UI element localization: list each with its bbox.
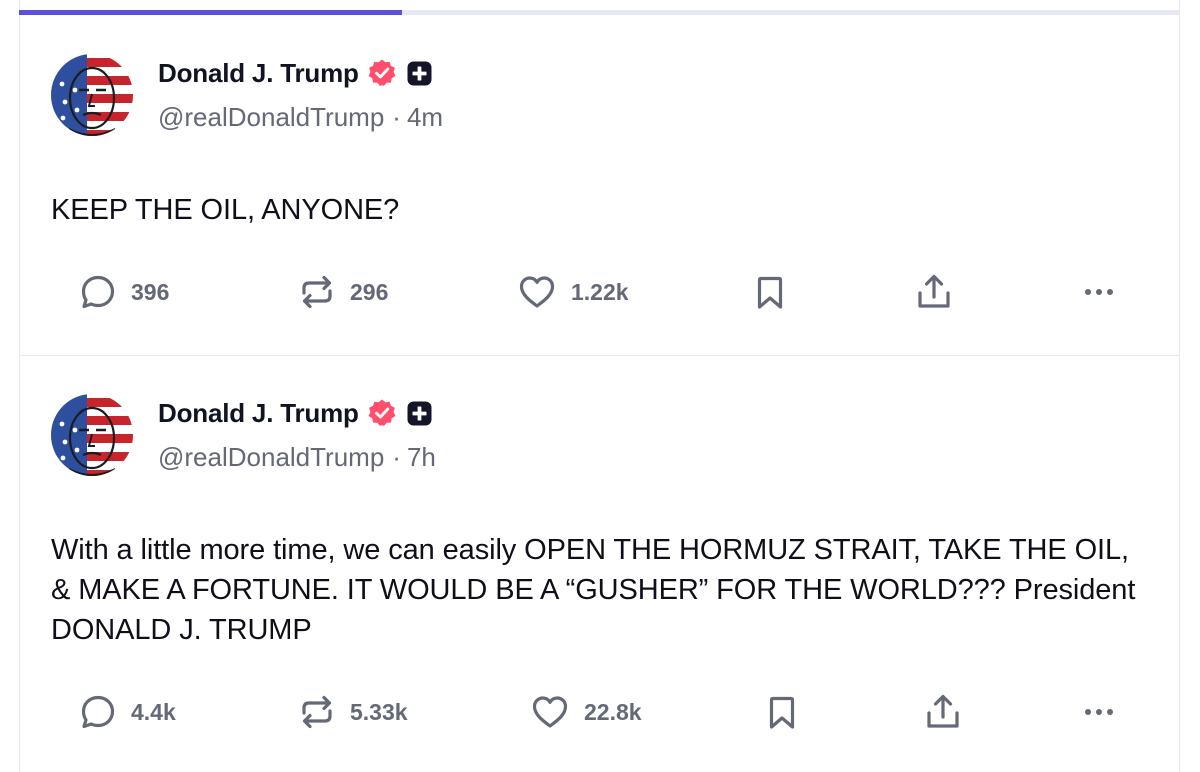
post-actions: 396 296 1.22k [20, 272, 1179, 312]
share-icon [915, 273, 953, 311]
reply-count: 396 [131, 278, 170, 305]
plus-badge-icon [407, 401, 432, 426]
repost-button[interactable]: 296 [298, 272, 388, 312]
like-button[interactable]: 1.22k [517, 272, 629, 312]
reply-count: 4.4k [131, 698, 176, 725]
post-time[interactable]: 4m [407, 102, 443, 132]
meta-separator: · [392, 102, 401, 132]
repost-button[interactable]: 5.33k [298, 692, 408, 732]
post-time[interactable]: 7h [407, 442, 436, 472]
reply-icon [79, 693, 117, 731]
like-button[interactable]: 22.8k [530, 692, 642, 732]
share-button[interactable] [915, 272, 953, 312]
author-handle[interactable]: @realDonaldTrump [158, 102, 384, 132]
reply-button[interactable]: 396 [79, 272, 169, 312]
plus-badge-icon [407, 61, 432, 86]
more-options-button[interactable] [1080, 272, 1118, 312]
share-icon [924, 693, 962, 731]
author-row: Donald J. Trump [158, 55, 432, 91]
avatar[interactable] [51, 54, 133, 136]
like-count: 1.22k [571, 278, 629, 305]
repost-count: 5.33k [350, 698, 408, 725]
progress-bar [19, 10, 1179, 15]
avatar[interactable] [51, 394, 133, 476]
meta-separator: · [392, 442, 401, 472]
bookmark-icon [754, 273, 786, 311]
post[interactable]: Donald J. Trump @realDonaldTrump · 7h With… [20, 356, 1179, 772]
post-actions: 4.4k 5.33k 22.8k [20, 692, 1179, 732]
heart-icon [530, 693, 570, 731]
repost-icon [298, 693, 336, 731]
more-icon [1080, 693, 1118, 731]
reply-button[interactable]: 4.4k [79, 692, 176, 732]
post-text: With a little more time, we can easily O… [51, 534, 1136, 646]
share-button[interactable] [924, 692, 962, 732]
heart-icon [517, 273, 557, 311]
author-name[interactable]: Donald J. Trump [158, 58, 359, 89]
more-icon [1080, 273, 1118, 311]
repost-count: 296 [350, 278, 389, 305]
author-handle[interactable]: @realDonaldTrump [158, 442, 384, 472]
bookmark-icon [766, 693, 798, 731]
progress-fill [19, 10, 402, 15]
author-name[interactable]: Donald J. Trump [158, 398, 359, 429]
bookmark-button[interactable] [754, 272, 786, 312]
author-row: Donald J. Trump [158, 395, 432, 431]
repost-icon [298, 273, 336, 311]
page-edge-right [1179, 0, 1180, 772]
like-count: 22.8k [584, 698, 642, 725]
post-text: KEEP THE OIL, ANYONE? [51, 194, 400, 226]
more-options-button[interactable] [1080, 692, 1118, 732]
verified-badge-icon [367, 398, 397, 428]
bookmark-button[interactable] [766, 692, 798, 732]
author-meta: @realDonaldTrump · 4m [158, 102, 443, 133]
author-meta: @realDonaldTrump · 7h [158, 442, 436, 473]
verified-badge-icon [367, 58, 397, 88]
reply-icon [79, 273, 117, 311]
post[interactable]: Donald J. Trump @realDonaldTrump · 4m KEEP… [20, 16, 1179, 356]
